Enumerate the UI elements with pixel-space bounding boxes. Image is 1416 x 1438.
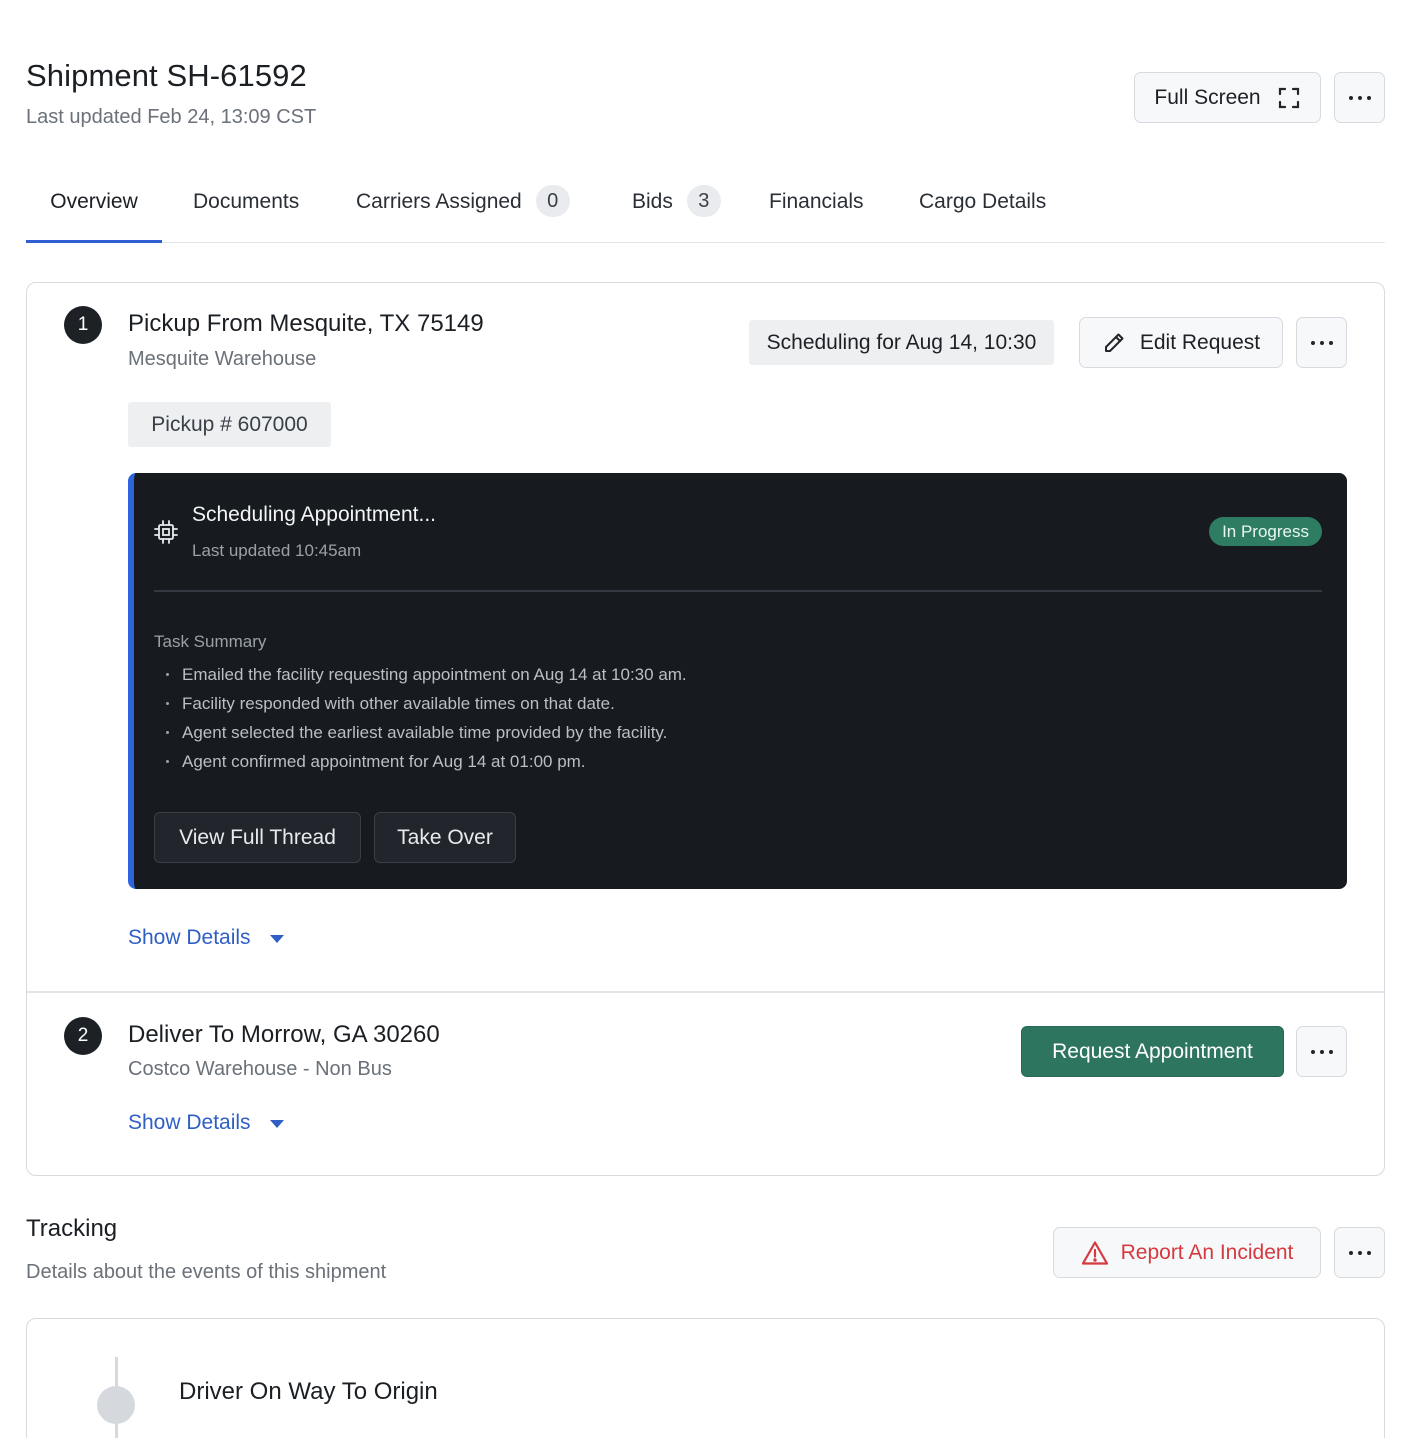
count-badge: 0 [535, 185, 570, 217]
task-updated: Last updated 10:45am [192, 541, 362, 560]
tab-label: Carriers Assigned [356, 190, 522, 213]
view-full-thread-button[interactable]: View Full Thread [154, 812, 361, 863]
list-item: Agent confirmed appointment for Aug 14 a… [164, 747, 687, 776]
tracking-more-button[interactable] [1334, 1227, 1385, 1278]
task-summary-list: Emailed the facility requesting appointm… [164, 660, 687, 776]
stop-number-badge: 2 [64, 1017, 102, 1055]
stop-location: Costco Warehouse - Non Bus [128, 1058, 392, 1080]
count-badge: 3 [686, 185, 721, 217]
request-appointment-button[interactable]: Request Appointment [1021, 1026, 1284, 1077]
show-details-toggle[interactable]: Show Details [128, 1111, 284, 1135]
header-more-button[interactable] [1334, 72, 1385, 123]
tab-label: Documents [193, 190, 300, 213]
stop-title: Deliver To Morrow, GA 30260 [128, 1021, 440, 1048]
take-over-button[interactable]: Take Over [374, 812, 516, 863]
warning-triangle-icon [1081, 1240, 1108, 1265]
tab-label: Cargo Details [919, 190, 1047, 213]
list-item: Emailed the facility requesting appointm… [164, 660, 687, 689]
stop-title: Pickup From Mesquite, TX 75149 [128, 310, 484, 337]
page-header: Shipment SH-61592 Last updated Feb 24, 1… [26, 58, 316, 129]
panel-divider [154, 590, 1322, 592]
list-item: Agent selected the earliest available ti… [164, 718, 687, 747]
more-horizontal-icon [1310, 1049, 1333, 1054]
more-horizontal-icon [1348, 95, 1371, 100]
last-updated-text: Last updated Feb 24, 13:09 CST [26, 106, 317, 128]
list-item: Facility responded with other available … [164, 689, 687, 718]
edit-request-label: Edit Request [1139, 330, 1261, 354]
expand-corners-icon [1278, 87, 1299, 108]
tab-label: Overview [50, 190, 138, 213]
pickup-number-chip: Pickup # 607000 [128, 402, 331, 447]
tracking-subtitle: Details about the events of this shipmen… [26, 1261, 387, 1283]
task-summary-label: Task Summary [154, 632, 267, 651]
stop-number-badge: 1 [64, 306, 102, 344]
timeline-dot [97, 1386, 135, 1424]
tab-bar: Overview Documents Carriers Assigned 0 B… [26, 185, 1385, 243]
stop-more-button[interactable] [1296, 317, 1347, 368]
tab-cargo-details[interactable]: Cargo Details [919, 186, 1046, 243]
edit-request-button[interactable]: Edit Request [1079, 317, 1283, 368]
tracking-timeline-card: Driver On Way To Origin [26, 1318, 1385, 1438]
stop-location: Mesquite Warehouse [128, 348, 317, 370]
caret-down-icon [269, 1120, 284, 1128]
tab-documents[interactable]: Documents [193, 186, 299, 243]
tab-carriers-assigned[interactable]: Carriers Assigned 0 [356, 185, 570, 243]
stop-divider [27, 991, 1384, 993]
stop-more-button[interactable] [1296, 1026, 1347, 1077]
schedule-chip: Scheduling for Aug 14, 10:30 [749, 320, 1054, 365]
caret-down-icon [269, 935, 284, 943]
task-title: Scheduling Appointment... [192, 503, 437, 526]
full-screen-label: Full Screen [1154, 85, 1261, 109]
cpu-chip-icon [154, 520, 178, 544]
status-badge: In Progress [1209, 517, 1322, 546]
tracking-event-label: Driver On Way To Origin [179, 1378, 438, 1405]
tab-bids[interactable]: Bids 3 [632, 185, 721, 243]
more-horizontal-icon [1348, 1250, 1371, 1255]
full-screen-button[interactable]: Full Screen [1134, 72, 1321, 123]
show-details-label: Show Details [128, 1111, 251, 1134]
tab-financials[interactable]: Financials [769, 186, 864, 243]
stops-card: 1 Pickup From Mesquite, TX 75149 Mesquit… [26, 282, 1385, 1176]
tab-label: Bids [632, 190, 673, 213]
show-details-toggle[interactable]: Show Details [128, 926, 284, 950]
tracking-title: Tracking [26, 1215, 118, 1242]
report-incident-button[interactable]: Report An Incident [1053, 1227, 1321, 1278]
tab-overview[interactable]: Overview [26, 186, 162, 243]
more-horizontal-icon [1310, 340, 1333, 345]
report-incident-label: Report An Incident [1120, 1240, 1294, 1264]
tab-label: Financials [769, 190, 864, 213]
agent-task-panel: Scheduling Appointment... Last updated 1… [128, 473, 1347, 889]
page-title: Shipment SH-61592 [26, 58, 307, 93]
show-details-label: Show Details [128, 926, 251, 949]
pencil-icon [1104, 333, 1124, 352]
